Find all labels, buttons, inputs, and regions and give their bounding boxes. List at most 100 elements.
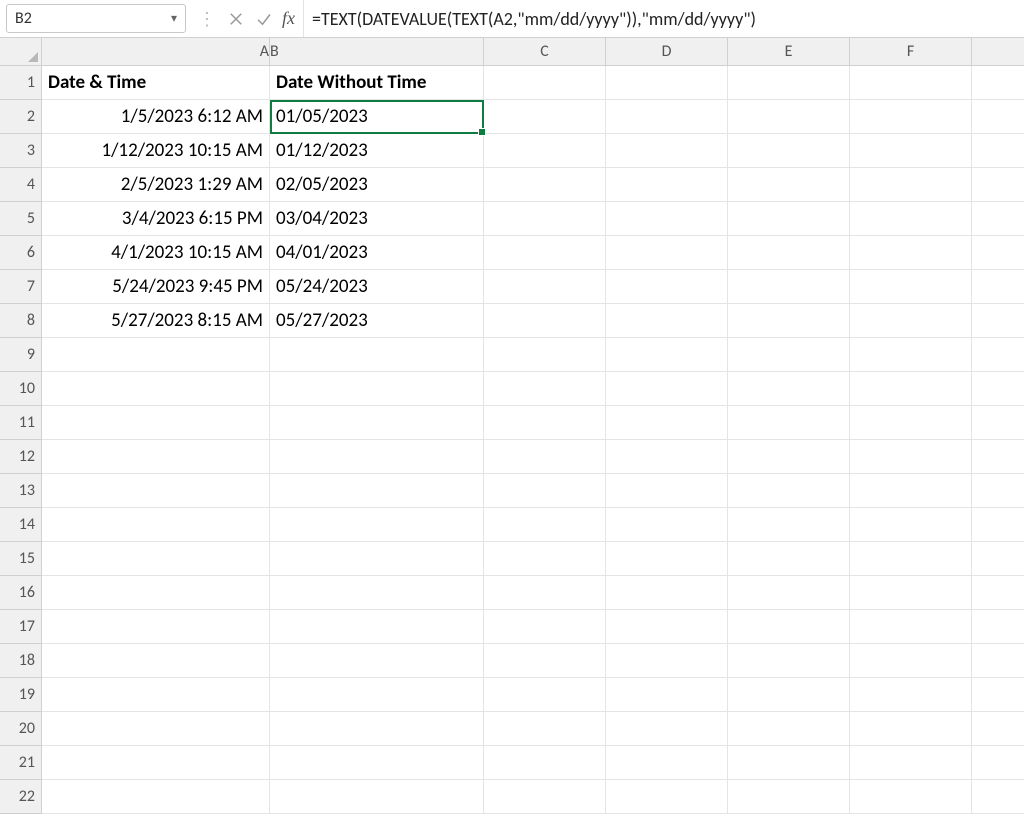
row-header-8[interactable]: 8 xyxy=(0,304,42,338)
cell-A14[interactable] xyxy=(42,508,270,542)
cell-F12[interactable] xyxy=(850,440,972,474)
row-header-11[interactable]: 11 xyxy=(0,406,42,440)
row-header-18[interactable]: 18 xyxy=(0,644,42,678)
cell-D17[interactable] xyxy=(606,610,728,644)
cell-C22[interactable] xyxy=(484,780,606,814)
cell-E21[interactable] xyxy=(728,746,850,780)
cell-F17[interactable] xyxy=(850,610,972,644)
formula-input[interactable]: =TEXT(DATEVALUE(TEXT(A2,"mm/dd/yyyy")),"… xyxy=(303,0,1024,37)
row-header-19[interactable]: 19 xyxy=(0,678,42,712)
cell-B1[interactable]: Date Without Time xyxy=(270,66,484,100)
cell-A6[interactable]: 4/1/2023 10:15 AM xyxy=(42,236,270,270)
cell-G12[interactable] xyxy=(972,440,1024,474)
cell-G14[interactable] xyxy=(972,508,1024,542)
cell-F6[interactable] xyxy=(850,236,972,270)
cell-C14[interactable] xyxy=(484,508,606,542)
cell-F21[interactable] xyxy=(850,746,972,780)
cell-G20[interactable] xyxy=(972,712,1024,746)
cell-E4[interactable] xyxy=(728,168,850,202)
cell-D1[interactable] xyxy=(606,66,728,100)
cell-A16[interactable] xyxy=(42,576,270,610)
cell-C20[interactable] xyxy=(484,712,606,746)
column-header-A[interactable]: A xyxy=(42,38,270,66)
cell-B5[interactable]: 03/04/2023 xyxy=(270,202,484,236)
cell-C6[interactable] xyxy=(484,236,606,270)
cell-C7[interactable] xyxy=(484,270,606,304)
cell-B13[interactable] xyxy=(270,474,484,508)
cell-F11[interactable] xyxy=(850,406,972,440)
cell-G21[interactable] xyxy=(972,746,1024,780)
cell-E6[interactable] xyxy=(728,236,850,270)
cell-B11[interactable] xyxy=(270,406,484,440)
cell-C16[interactable] xyxy=(484,576,606,610)
cell-G10[interactable] xyxy=(972,372,1024,406)
cell-C17[interactable] xyxy=(484,610,606,644)
cell-D21[interactable] xyxy=(606,746,728,780)
cell-F19[interactable] xyxy=(850,678,972,712)
cell-B20[interactable] xyxy=(270,712,484,746)
cell-D5[interactable] xyxy=(606,202,728,236)
cell-F16[interactable] xyxy=(850,576,972,610)
name-box[interactable]: B2 ▾ xyxy=(6,4,186,33)
cell-B15[interactable] xyxy=(270,542,484,576)
select-all-corner[interactable] xyxy=(0,38,42,66)
cell-F15[interactable] xyxy=(850,542,972,576)
cell-F8[interactable] xyxy=(850,304,972,338)
cell-A4[interactable]: 2/5/2023 1:29 AM xyxy=(42,168,270,202)
cell-F14[interactable] xyxy=(850,508,972,542)
cell-F1[interactable] xyxy=(850,66,972,100)
cell-B2[interactable]: 01/05/2023 xyxy=(270,100,484,134)
cell-D14[interactable] xyxy=(606,508,728,542)
cell-G11[interactable] xyxy=(972,406,1024,440)
cell-A7[interactable]: 5/24/2023 9:45 PM xyxy=(42,270,270,304)
cell-F7[interactable] xyxy=(850,270,972,304)
cell-B4[interactable]: 02/05/2023 xyxy=(270,168,484,202)
cell-D12[interactable] xyxy=(606,440,728,474)
row-header-7[interactable]: 7 xyxy=(0,270,42,304)
row-header-14[interactable]: 14 xyxy=(0,508,42,542)
row-header-15[interactable]: 15 xyxy=(0,542,42,576)
cell-A5[interactable]: 3/4/2023 6:15 PM xyxy=(42,202,270,236)
cell-F5[interactable] xyxy=(850,202,972,236)
cell-A13[interactable] xyxy=(42,474,270,508)
cell-A1[interactable]: Date & Time xyxy=(42,66,270,100)
insert-function-button[interactable]: fx xyxy=(278,0,303,37)
cell-E7[interactable] xyxy=(728,270,850,304)
cell-B14[interactable] xyxy=(270,508,484,542)
cell-C19[interactable] xyxy=(484,678,606,712)
row-header-20[interactable]: 20 xyxy=(0,712,42,746)
cell-B12[interactable] xyxy=(270,440,484,474)
cell-C18[interactable] xyxy=(484,644,606,678)
cell-C11[interactable] xyxy=(484,406,606,440)
column-header-B[interactable]: B xyxy=(270,38,484,66)
row-header-2[interactable]: 2 xyxy=(0,100,42,134)
cell-F4[interactable] xyxy=(850,168,972,202)
row-header-10[interactable]: 10 xyxy=(0,372,42,406)
cell-E16[interactable] xyxy=(728,576,850,610)
cell-C5[interactable] xyxy=(484,202,606,236)
cell-A8[interactable]: 5/27/2023 8:15 AM xyxy=(42,304,270,338)
cell-B18[interactable] xyxy=(270,644,484,678)
column-header-G[interactable] xyxy=(972,38,1024,66)
cell-F10[interactable] xyxy=(850,372,972,406)
cancel-formula-button[interactable] xyxy=(222,0,250,37)
cell-D6[interactable] xyxy=(606,236,728,270)
cell-D4[interactable] xyxy=(606,168,728,202)
cell-G8[interactable] xyxy=(972,304,1024,338)
cell-D7[interactable] xyxy=(606,270,728,304)
cell-E20[interactable] xyxy=(728,712,850,746)
cell-F22[interactable] xyxy=(850,780,972,814)
cell-G17[interactable] xyxy=(972,610,1024,644)
cell-G6[interactable] xyxy=(972,236,1024,270)
cell-C13[interactable] xyxy=(484,474,606,508)
cell-B19[interactable] xyxy=(270,678,484,712)
row-header-21[interactable]: 21 xyxy=(0,746,42,780)
cell-G3[interactable] xyxy=(972,134,1024,168)
cell-F2[interactable] xyxy=(850,100,972,134)
cell-E2[interactable] xyxy=(728,100,850,134)
cell-A20[interactable] xyxy=(42,712,270,746)
cell-G18[interactable] xyxy=(972,644,1024,678)
cell-C15[interactable] xyxy=(484,542,606,576)
cell-C8[interactable] xyxy=(484,304,606,338)
cell-B9[interactable] xyxy=(270,338,484,372)
